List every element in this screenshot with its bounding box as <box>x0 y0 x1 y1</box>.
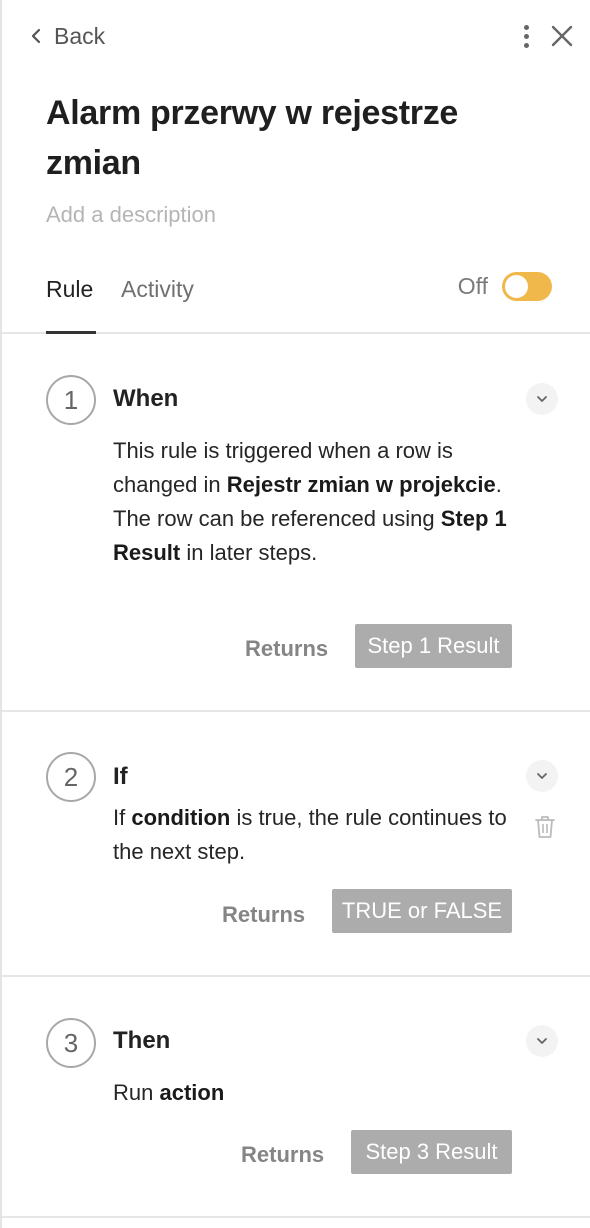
step-if: 2 If If condition is true, the rule cont… <box>2 712 590 977</box>
chevron-down-icon[interactable] <box>526 1025 558 1057</box>
step-description: Run action <box>113 1080 225 1105</box>
top-bar: Back <box>24 16 576 56</box>
tab-activity[interactable]: Activity <box>121 276 194 303</box>
rule-toggle-group: Off <box>458 272 552 301</box>
action-link[interactable]: action <box>159 1080 224 1105</box>
step-title: Then <box>113 1027 171 1054</box>
condition-link[interactable]: condition <box>131 805 230 830</box>
description-input[interactable]: Add a description <box>46 202 216 228</box>
step-then: 3 Then Run action Returns Step 3 Result <box>2 977 590 1218</box>
step-title: If <box>113 763 128 790</box>
returns-value-badge: TRUE or FALSE <box>332 889 512 933</box>
chevron-down-icon[interactable] <box>526 383 558 415</box>
close-icon[interactable] <box>548 22 576 50</box>
back-label: Back <box>54 22 106 49</box>
tab-bar: Rule Activity Off <box>2 266 590 334</box>
returns-value-badge: Step 3 Result <box>351 1130 512 1174</box>
step-number: 1 <box>46 375 96 425</box>
trash-icon[interactable] <box>534 814 556 840</box>
step-when: 1 When This rule is triggered when a row… <box>2 334 590 712</box>
chevron-down-icon[interactable] <box>526 760 558 792</box>
page-title: Alarm przerwy w rejestrze zmian <box>46 94 459 182</box>
returns-value-badge: Step 1 Result <box>355 624 512 668</box>
returns-label: Returns <box>241 1142 325 1167</box>
trigger-table-name: Rejestr zmian w projekcie <box>226 472 496 497</box>
toggle-label: Off <box>457 273 488 299</box>
rule-panel: Back Alarm przerwy w rejestrze zmian Add… <box>0 0 590 1228</box>
toggle-knob <box>505 275 528 298</box>
step-description: This rule is triggered when a row is cha… <box>113 438 507 565</box>
rule-enabled-toggle[interactable] <box>502 272 552 301</box>
chevron-left-icon <box>31 28 41 44</box>
step-title: When <box>113 385 179 412</box>
more-vertical-icon[interactable] <box>516 22 536 50</box>
step-description: If condition is true, the rule continues… <box>113 805 507 864</box>
returns-label: Returns <box>222 902 306 927</box>
step-number: 3 <box>46 1018 96 1068</box>
step-number: 2 <box>46 752 96 802</box>
tab-rule[interactable]: Rule <box>46 276 93 303</box>
back-button[interactable]: Back <box>24 16 105 56</box>
returns-label: Returns <box>245 636 329 661</box>
